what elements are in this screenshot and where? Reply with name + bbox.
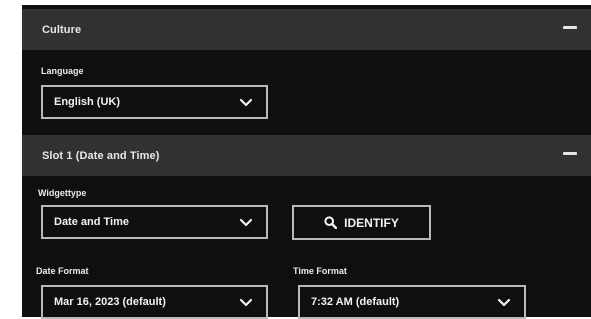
minus-icon[interactable] [563,26,577,29]
date-format-value: Mar 16, 2023 (default) [54,296,166,308]
identify-button[interactable]: IDENTIFY [292,205,431,240]
language-select[interactable]: English (UK) [41,85,268,119]
section-title-slot1: Slot 1 (Date and Time) [42,149,160,162]
minus-icon[interactable] [563,152,577,155]
culture-section-header[interactable]: Culture [22,9,591,50]
language-label: Language [41,66,84,76]
chevron-down-icon [239,298,253,307]
date-format-label: Date Format [36,266,89,276]
section-title-culture: Culture [42,23,82,36]
time-format-value: 7:32 AM (default) [311,296,400,308]
chevron-down-icon [497,298,511,307]
chevron-down-icon [239,98,253,107]
widgettype-select[interactable]: Date and Time [41,205,268,239]
identify-label: IDENTIFY [344,215,399,230]
widgettype-label: Widgettype [38,188,87,198]
search-icon [324,216,338,229]
time-format-label: Time Format [293,266,347,276]
language-value: English (UK) [54,96,120,108]
settings-panel: Culture Language English (UK) Slot 1 (Da… [22,5,591,319]
time-format-select[interactable]: 7:32 AM (default) [298,285,526,319]
date-format-select[interactable]: Mar 16, 2023 (default) [41,285,268,319]
widgettype-value: Date and Time [54,216,129,228]
slot1-section-header[interactable]: Slot 1 (Date and Time) [22,135,591,176]
chevron-down-icon [239,218,253,227]
